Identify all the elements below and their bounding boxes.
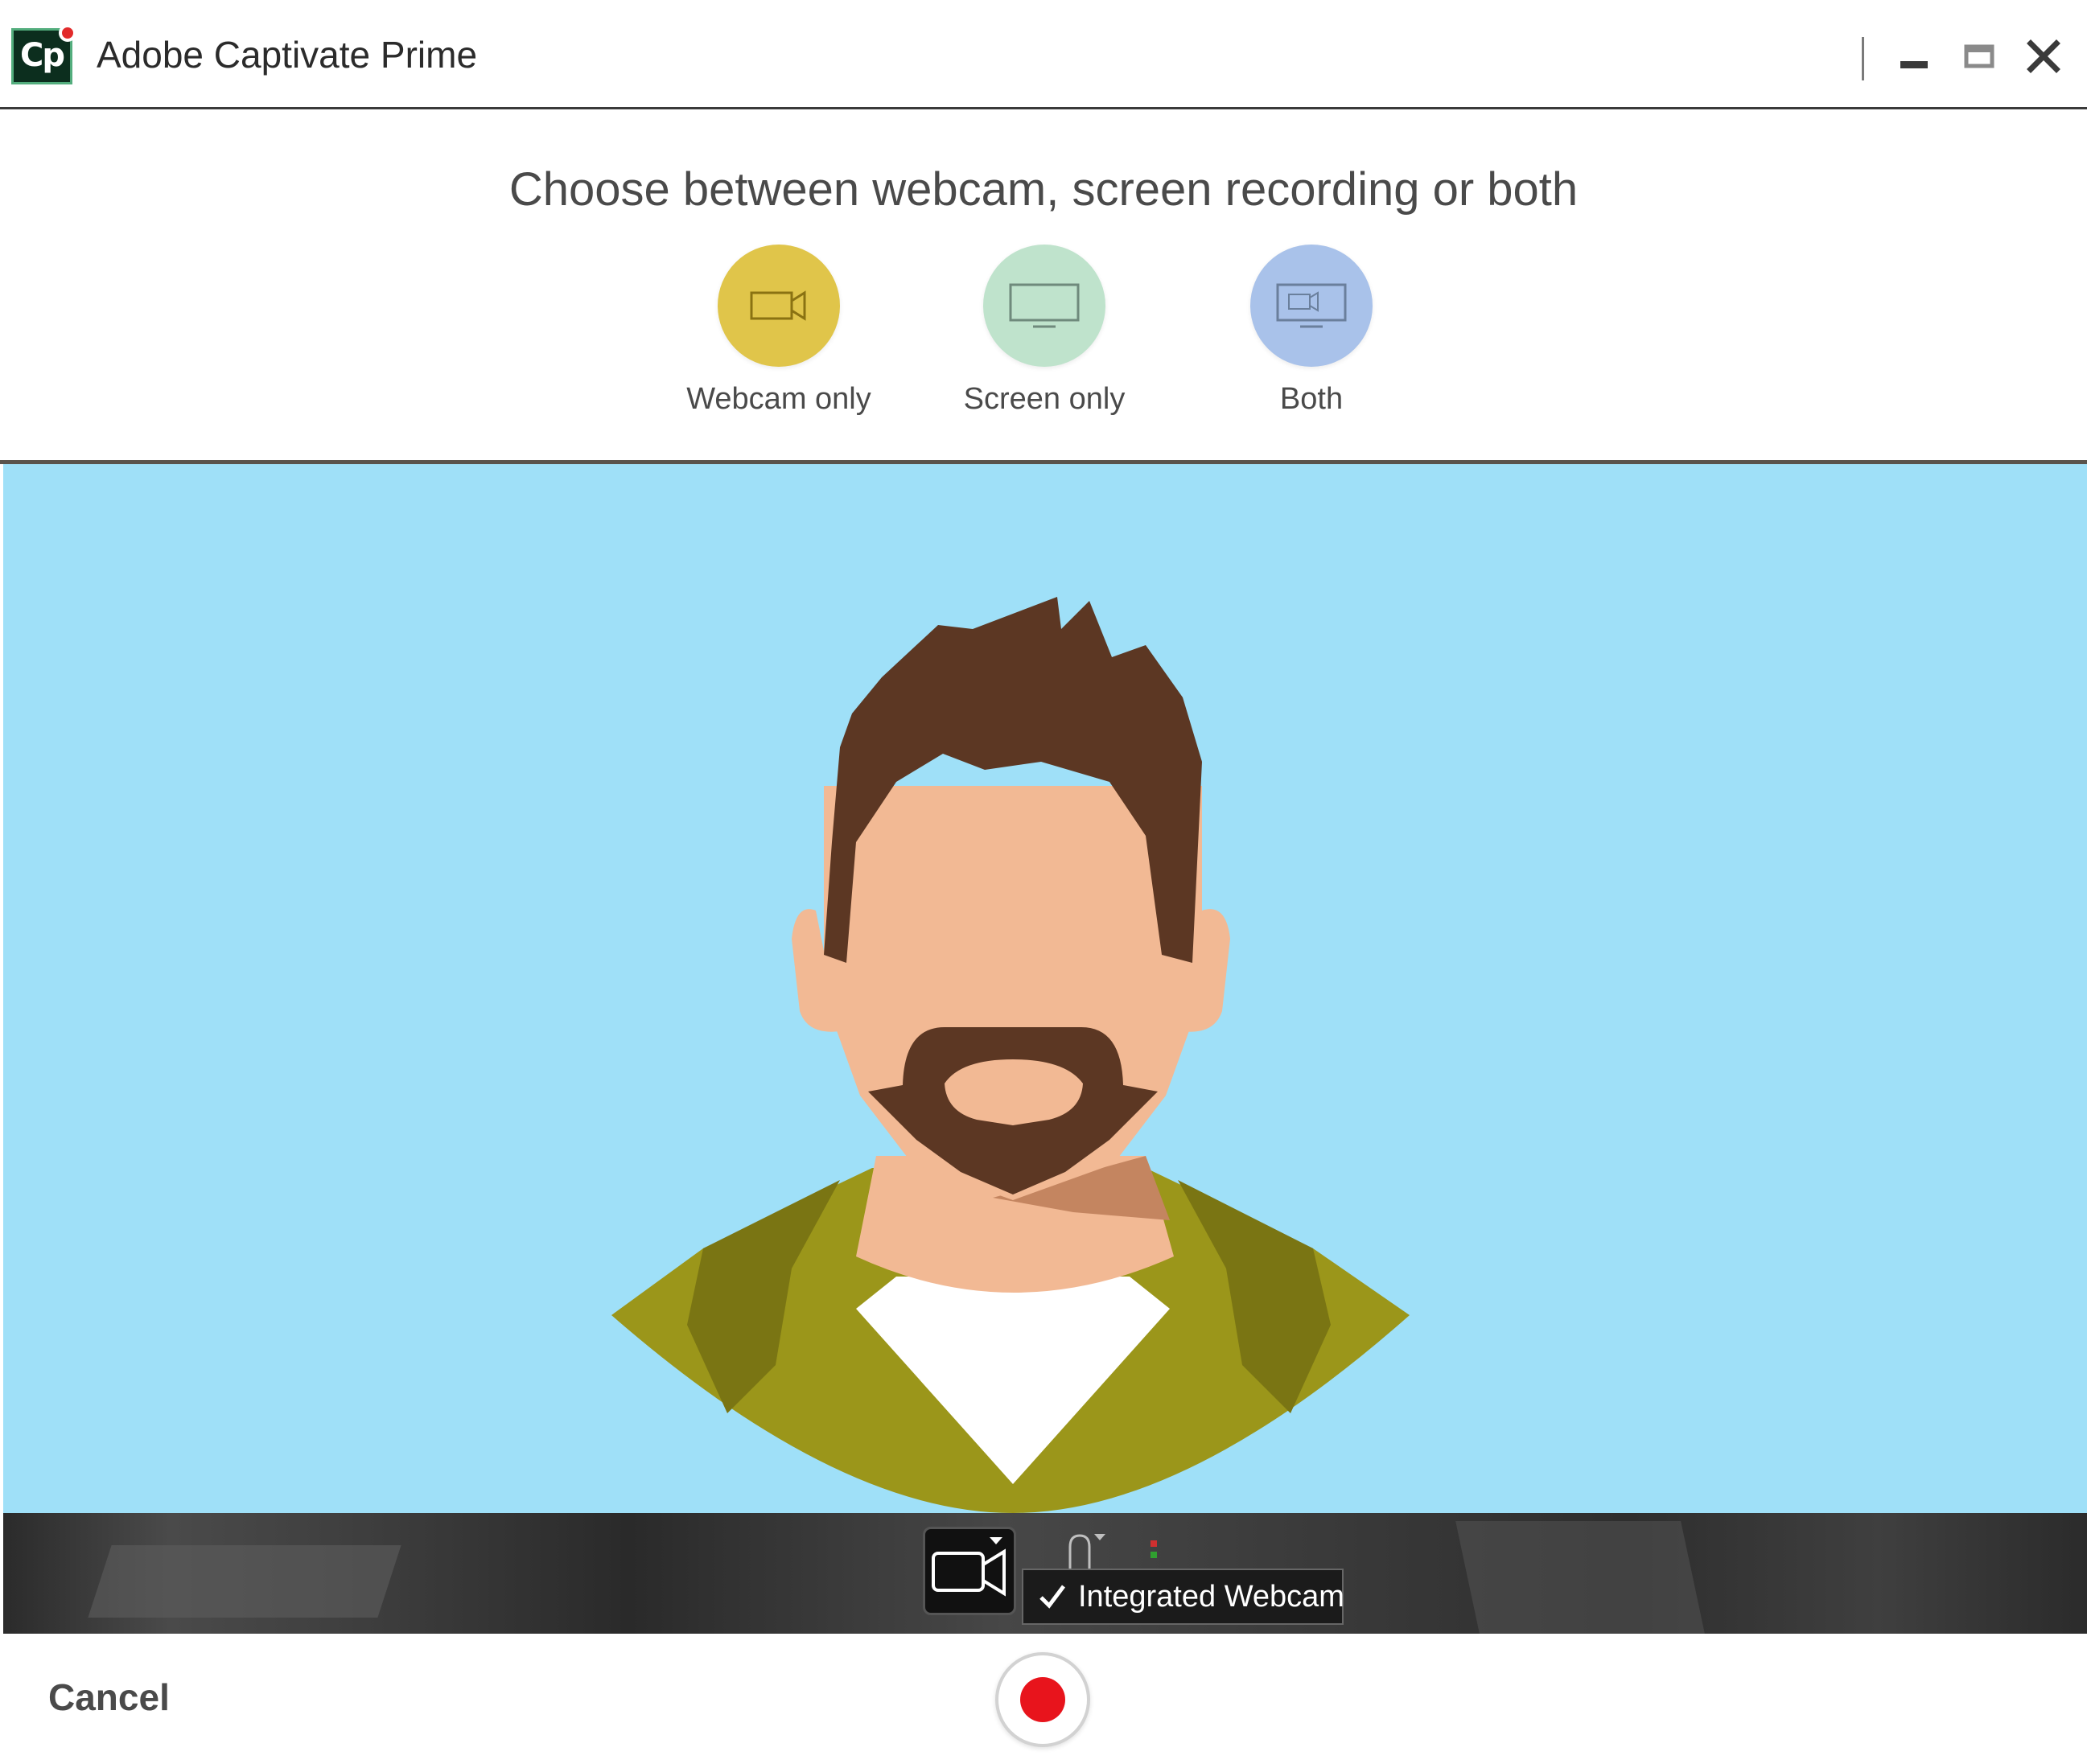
both-circle[interactable] [1250, 245, 1373, 367]
background-shape [88, 1545, 401, 1618]
camera-device-menu: Integrated Webcam [1022, 1569, 1344, 1625]
record-icon [1020, 1677, 1065, 1722]
webcam-only-label: Webcam only [686, 382, 871, 416]
monitor-icon [1009, 283, 1080, 328]
both-option[interactable]: Both [1215, 245, 1408, 420]
close-button[interactable] [2018, 31, 2069, 82]
webcam-only-circle[interactable] [718, 245, 840, 367]
device-menu-item-integrated-webcam[interactable]: Integrated Webcam [1078, 1575, 1344, 1618]
record-button[interactable] [995, 1652, 1090, 1747]
chooser-heading: Choose between webcam, screen recording … [508, 163, 1579, 216]
screen-only-option[interactable]: Screen only [948, 245, 1141, 420]
title-bar: Cp Adobe Captivate Prime [0, 0, 2087, 109]
logo-text: Cp [20, 37, 65, 74]
minimize-button[interactable] [1889, 31, 1941, 82]
video-camera-icon [932, 1537, 1006, 1597]
webcam-preview [3, 464, 2087, 1513]
both-label: Both [1279, 382, 1344, 416]
title-bar-divider [1862, 37, 1864, 80]
maximize-icon [1964, 44, 1994, 68]
window-title: Adobe Captivate Prime [97, 34, 478, 76]
minimize-icon [1900, 61, 1928, 68]
maximize-button[interactable] [1953, 31, 2005, 82]
avatar-illustration [611, 597, 1410, 1513]
logo-badge [59, 24, 76, 42]
device-controls-bar: Integrated Webcam [3, 1513, 2087, 1634]
cancel-button[interactable]: Cancel [48, 1671, 170, 1723]
background-shape [1455, 1521, 1705, 1634]
webcam-only-option[interactable]: Webcam only [682, 245, 875, 420]
captivate-logo-icon: Cp [11, 24, 76, 84]
screen-only-label: Screen only [963, 382, 1126, 416]
close-icon [2027, 39, 2060, 73]
camera-select-button[interactable] [923, 1527, 1016, 1615]
webcam-icon [750, 290, 806, 321]
monitor-webcam-icon [1276, 283, 1347, 328]
audio-level-icon [1151, 1540, 1157, 1558]
checkmark-icon [1039, 1585, 1065, 1609]
screen-only-circle[interactable] [983, 245, 1105, 367]
